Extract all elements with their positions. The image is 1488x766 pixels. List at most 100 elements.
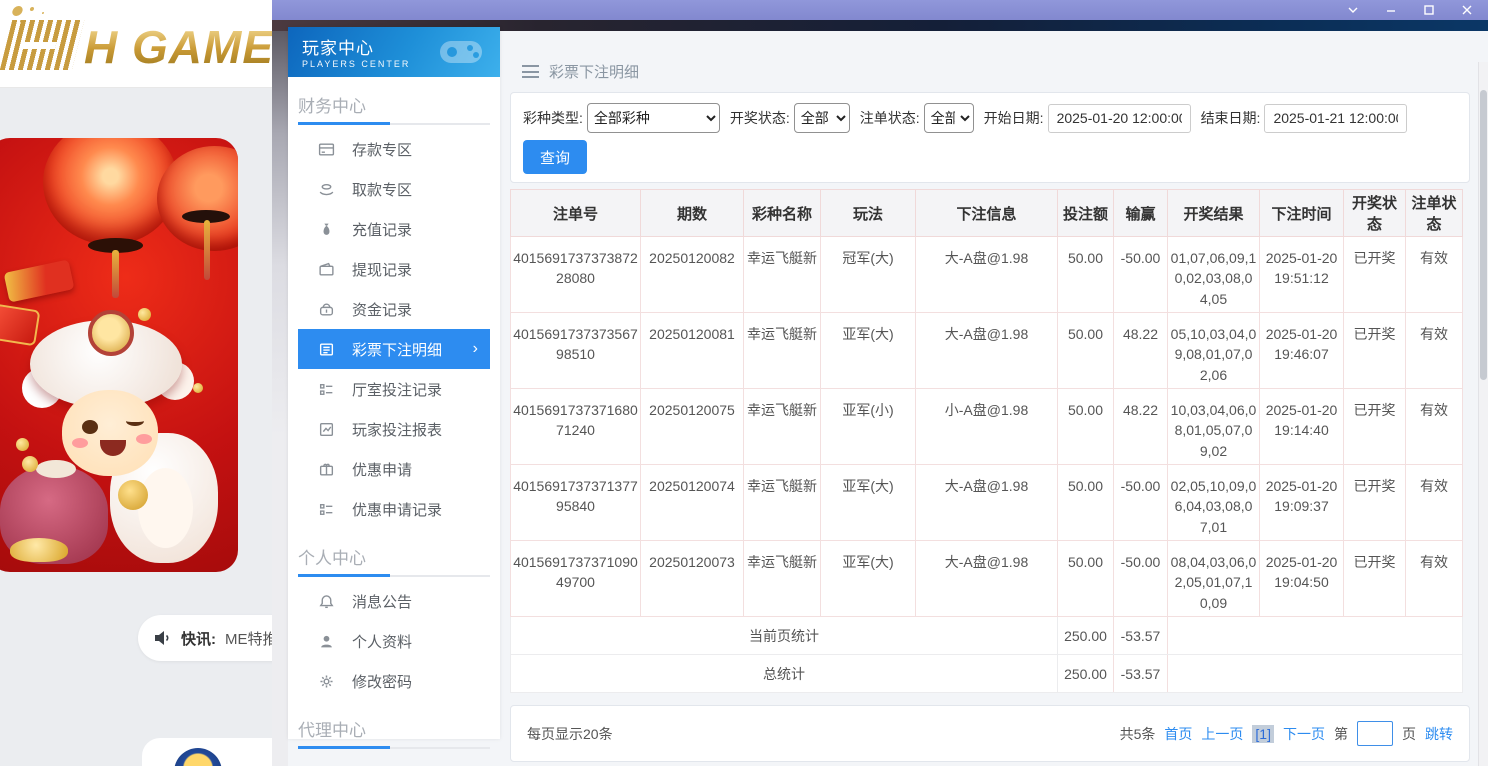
summary-winloss-total: -53.57 <box>1114 655 1168 693</box>
table-cell: 已开奖 <box>1344 541 1406 617</box>
table-cell: 20250120075 <box>641 389 744 465</box>
sidebar-item-recharge-record[interactable]: 充值记录 <box>298 209 490 249</box>
section-divider <box>298 123 490 125</box>
table-cell: 20250120073 <box>641 541 744 617</box>
speaker-icon <box>154 630 172 646</box>
table-row: 40156917373735679851020250120081幸运飞艇新亚军(… <box>511 313 1463 389</box>
sidebar-item-announcements[interactable]: 消息公告 <box>298 581 490 621</box>
summary-label: 当前页统计 <box>511 617 1058 655</box>
table-cell: 401569173737356798510 <box>511 313 641 389</box>
table-header-row: 注单号期数彩种名称玩法下注信息投注额输赢开奖结果下注时间开奖状态注单状态 <box>511 190 1463 237</box>
service-logo-circle <box>174 748 222 766</box>
table-cell: 大-A盘@1.98 <box>916 541 1058 617</box>
minimize-icon[interactable] <box>1384 3 1398 17</box>
summary-winloss-total: -53.57 <box>1114 617 1168 655</box>
finance-menu: 存款专区 取款专区 充值记录 提现记录 资金记录 彩票下注明细 › <box>288 129 500 529</box>
list-check-icon <box>318 501 335 518</box>
sidebar-item-promo-apply[interactable]: 优惠申请 <box>298 449 490 489</box>
table-row: 40156917373738722808020250120082幸运飞艇新冠军(… <box>511 237 1463 313</box>
table-cell: 已开奖 <box>1344 465 1406 541</box>
jump-button[interactable]: 跳转 <box>1425 724 1453 744</box>
page-summary-row: 当前页统计 250.00 -53.57 <box>511 617 1463 655</box>
page-header: 彩票下注明细 <box>510 31 1470 92</box>
table-cell: 幸运飞艇新 <box>744 237 821 313</box>
table-cell: 亚军(大) <box>821 541 916 617</box>
column-header: 开奖状态 <box>1344 190 1406 237</box>
table-cell: 50.00 <box>1058 465 1114 541</box>
table-cell: 已开奖 <box>1344 313 1406 389</box>
first-page-link[interactable]: 首页 <box>1164 724 1192 744</box>
draw-status-select[interactable]: 全部 <box>794 103 850 133</box>
table-cell: -50.00 <box>1114 541 1168 617</box>
bell-icon <box>318 593 335 610</box>
sidebar-item-withdrawal-record[interactable]: 提现记录 <box>298 249 490 289</box>
sidebar-item-deposit[interactable]: 存款专区 <box>298 129 490 169</box>
column-header: 输赢 <box>1114 190 1168 237</box>
sidebar-item-change-password[interactable]: 修改密码 <box>298 661 490 701</box>
logo-stripes-glyph <box>0 20 84 70</box>
gift-icon <box>318 461 335 478</box>
close-icon[interactable] <box>1460 3 1474 17</box>
table-cell: 幸运飞艇新 <box>744 389 821 465</box>
table-cell: 50.00 <box>1058 389 1114 465</box>
table-cell: 50.00 <box>1058 313 1114 389</box>
sidebar-item-promo-apply-record[interactable]: 优惠申请记录 <box>298 489 490 529</box>
summary-bet-total: 250.00 <box>1058 655 1114 693</box>
lottery-type-select[interactable]: 全部彩种 <box>587 103 720 133</box>
order-status-select[interactable]: 全部 <box>924 103 974 133</box>
sidebar-item-lottery-bet-detail[interactable]: 彩票下注明细 › <box>298 329 490 369</box>
table-row: 40156917373716807124020250120075幸运飞艇新亚军(… <box>511 389 1463 465</box>
table-cell: -50.00 <box>1114 465 1168 541</box>
sidebar-item-player-bet-report[interactable]: 玩家投注报表 <box>298 409 490 449</box>
table-cell: 2025-01-20 19:46:07 <box>1260 313 1344 389</box>
end-date-label: 结束日期: <box>1201 108 1261 128</box>
table-cell: 已开奖 <box>1344 237 1406 313</box>
end-date-input[interactable] <box>1264 104 1407 133</box>
table-cell: 20250120081 <box>641 313 744 389</box>
table-cell: 亚军(小) <box>821 389 916 465</box>
coin-icon <box>138 308 151 321</box>
pagination-bar: 每页显示20条 共5条 首页 上一页 [1] 下一页 第 页 跳转 <box>510 705 1470 762</box>
table-cell: 已开奖 <box>1344 389 1406 465</box>
column-header: 投注额 <box>1058 190 1114 237</box>
table-body: 40156917373738722808020250120082幸运飞艇新冠军(… <box>511 237 1463 617</box>
table-cell: 20250120074 <box>641 465 744 541</box>
table-cell: 2025-01-20 19:09:37 <box>1260 465 1344 541</box>
sidebar-item-funds-record[interactable]: 资金记录 <box>298 289 490 329</box>
search-button[interactable]: 查询 <box>523 140 587 174</box>
window-titlebar <box>272 0 1488 20</box>
scrollbar-thumb[interactable] <box>1480 90 1487 380</box>
filter-panel: 彩种类型: 全部彩种 开奖状态: 全部 注单状态: 全部 开始日期: 结束日期: <box>510 92 1470 183</box>
jump-page-input[interactable] <box>1357 721 1393 746</box>
table-cell: 401569173737168071240 <box>511 389 641 465</box>
table-row: 40156917373713779584020250120074幸运飞艇新亚军(… <box>511 465 1463 541</box>
table-cell: 48.22 <box>1114 313 1168 389</box>
table-cell: 01,07,06,09,10,02,03,08,04,05 <box>1168 237 1260 313</box>
table-cell: 02,05,10,09,06,04,03,08,07,01 <box>1168 465 1260 541</box>
next-page-link[interactable]: 下一页 <box>1283 724 1325 744</box>
collapse-icon[interactable] <box>1346 3 1360 17</box>
sidebar-item-withdraw[interactable]: 取款专区 <box>298 169 490 209</box>
grand-summary-row: 总统计 250.00 -53.57 <box>511 655 1463 693</box>
table-cell: 2025-01-20 19:14:40 <box>1260 389 1344 465</box>
table-cell: 08,04,03,06,02,05,01,07,10,09 <box>1168 541 1260 617</box>
ticker-label: 快讯: <box>181 628 216 649</box>
sidebar-item-hall-bet-record[interactable]: 厅室投注记录 <box>298 369 490 409</box>
menu-toggle-icon[interactable] <box>522 65 539 78</box>
main-content: 彩票下注明细 彩种类型: 全部彩种 开奖状态: 全部 注单状态: 全部 <box>510 31 1470 766</box>
person-icon <box>318 633 335 650</box>
sidebar-item-profile[interactable]: 个人资料 <box>298 621 490 661</box>
red-packet-icon <box>0 302 40 347</box>
window-left-frame <box>272 31 288 766</box>
table-cell: 50.00 <box>1058 237 1114 313</box>
promo-banner[interactable] <box>0 138 238 572</box>
table-cell: 幸运飞艇新 <box>744 465 821 541</box>
window-scrollbar[interactable] <box>1478 62 1488 766</box>
maximize-icon[interactable] <box>1422 3 1436 17</box>
bell-ornament-icon <box>118 480 148 510</box>
gold-ingot-icon <box>10 538 68 562</box>
start-date-input[interactable] <box>1048 104 1191 133</box>
prev-page-link[interactable]: 上一页 <box>1201 724 1243 744</box>
order-status-label: 注单状态: <box>860 108 920 128</box>
table-cell: 亚军(大) <box>821 313 916 389</box>
